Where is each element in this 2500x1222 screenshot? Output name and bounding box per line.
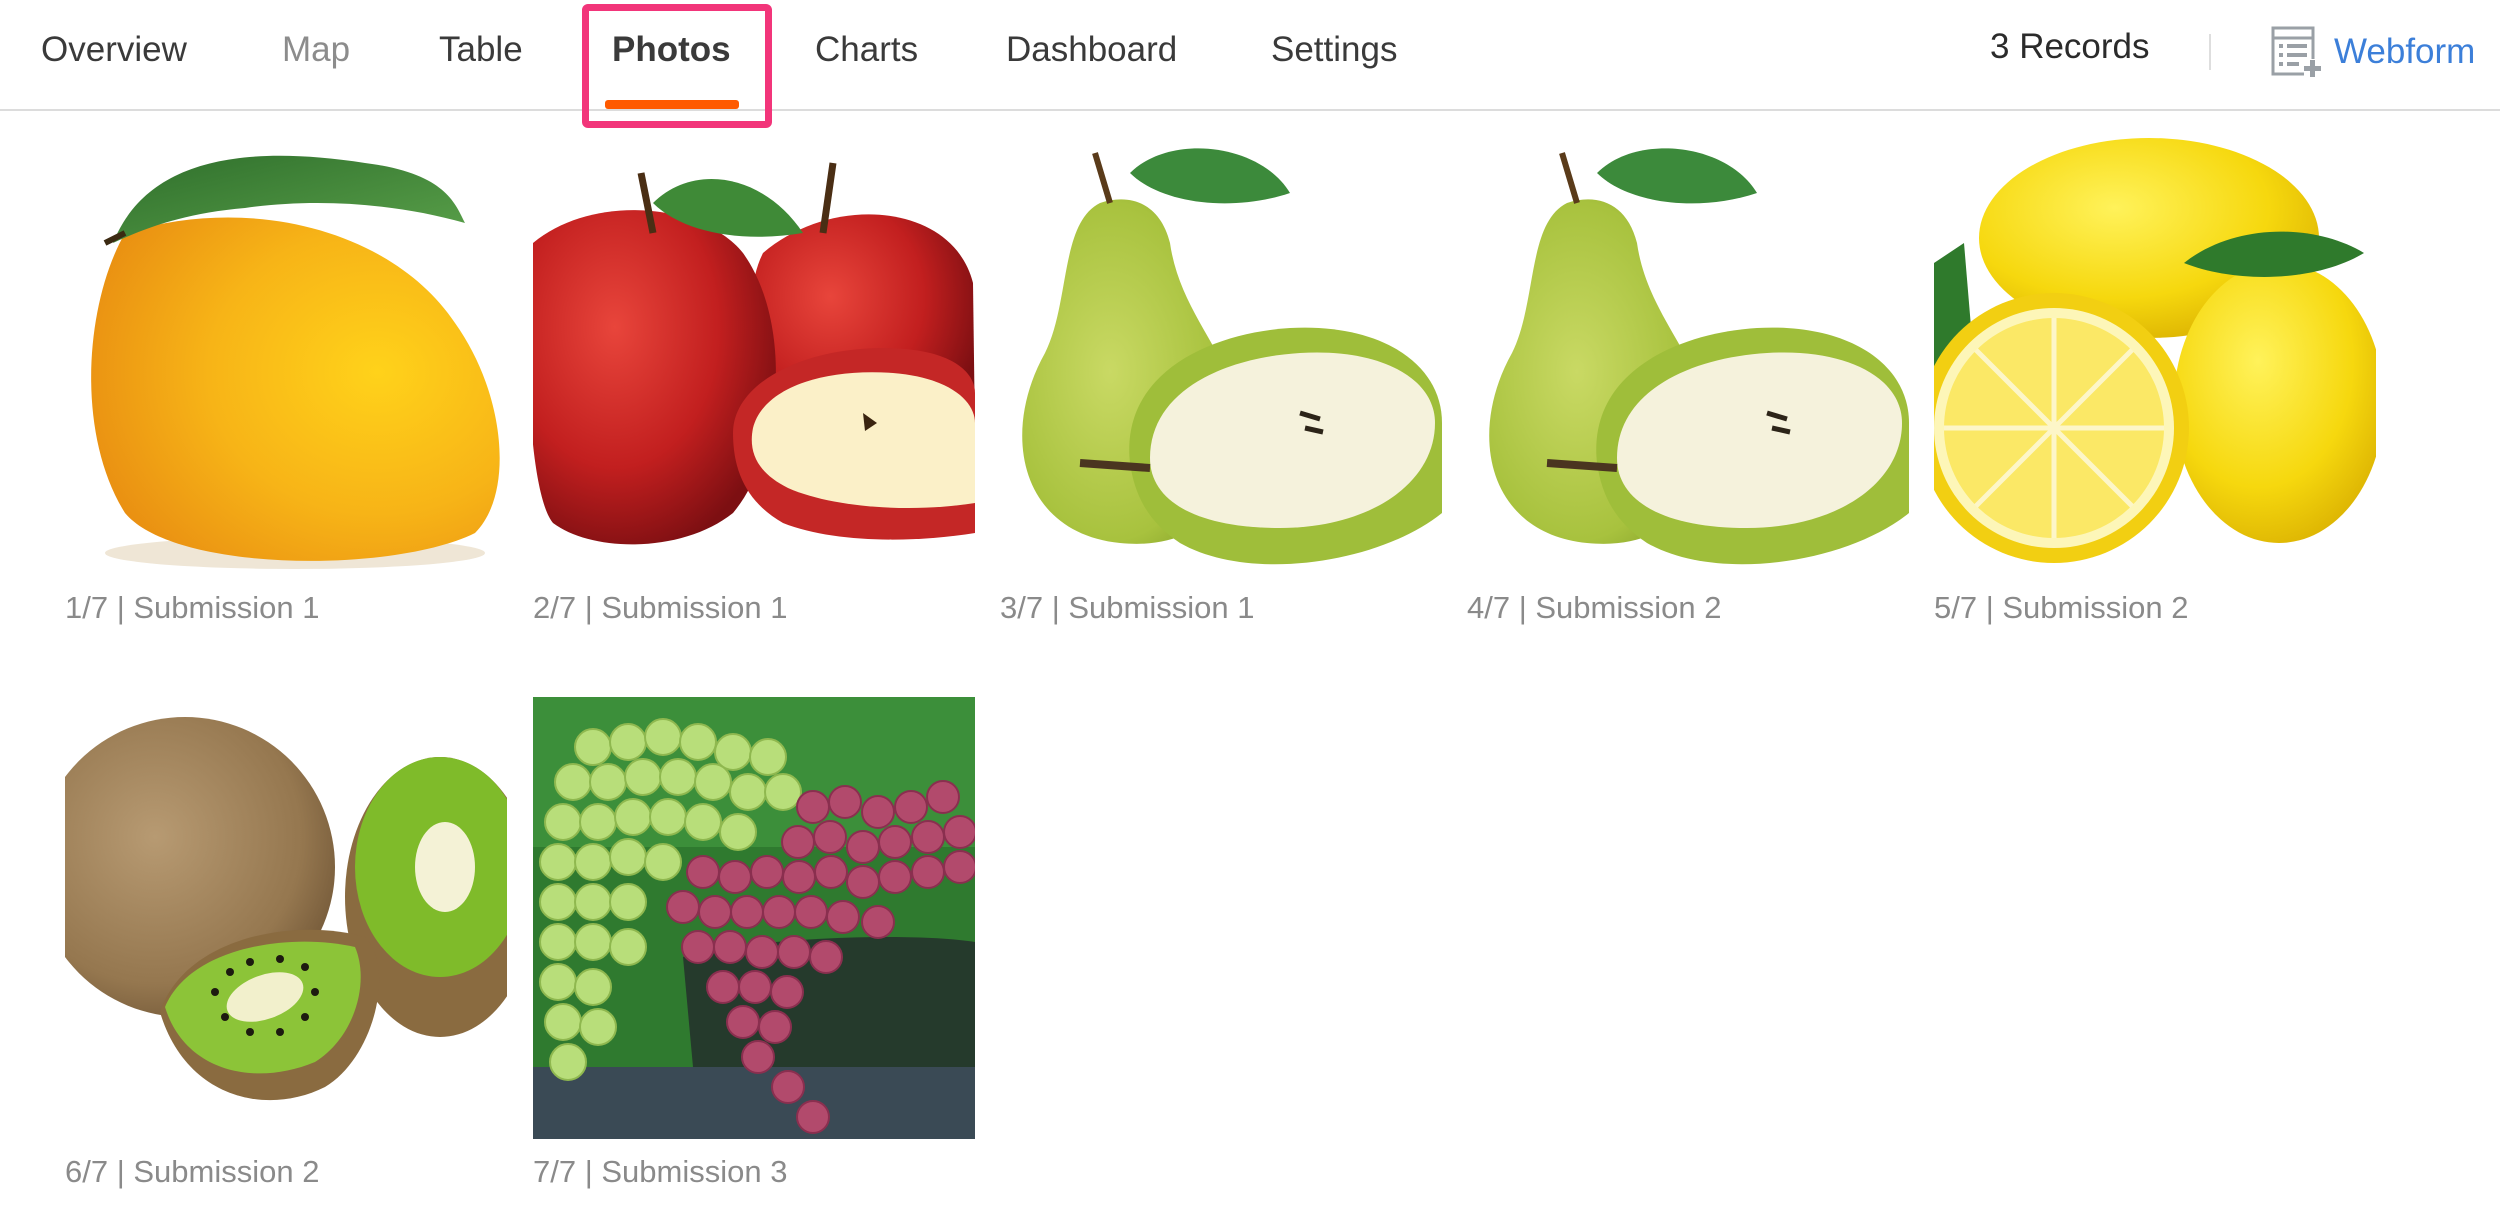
photo-thumbnail-pears[interactable] [1467,133,1909,575]
photo-tile[interactable]: 5/7 | Submission 2 [1934,133,2376,625]
lemon-image [1934,133,2376,575]
photo-caption: 4/7 | Submission 2 [1467,590,1722,625]
top-nav-bar: Overview Map Table Photos Charts Dashboa… [0,0,2500,111]
photo-thumbnail-mango[interactable] [65,133,507,575]
photo-tile[interactable]: 6/7 | Submission 2 [65,697,507,1189]
webform-icon [2271,26,2322,77]
webform-button[interactable]: Webform [2270,24,2475,80]
mango-image [65,133,507,575]
webform-label: Webform [2334,32,2476,71]
tab-table[interactable]: Table [439,30,523,70]
photo-tile[interactable]: 1/7 | Submission 1 [65,133,507,625]
photo-thumbnail-kiwi[interactable] [65,697,507,1139]
pear-image [1000,133,1442,575]
photo-tile[interactable]: 2/7 | Submission 1 [533,133,975,625]
kiwi-image [65,697,507,1139]
photo-caption: 5/7 | Submission 2 [1934,590,2189,625]
apple-image [533,133,975,575]
photo-caption: 7/7 | Submission 3 [533,1154,788,1189]
photo-tile[interactable]: 7/7 | Submission 3 [533,697,975,1189]
photo-thumbnail-grapes[interactable] [533,697,975,1139]
photo-thumbnail-pears[interactable] [1000,133,1442,575]
tab-settings[interactable]: Settings [1271,30,1397,70]
records-count: 3 Records [1990,27,2150,66]
tab-overview[interactable]: Overview [41,30,187,70]
photo-tile[interactable]: 4/7 | Submission 2 [1467,133,1909,625]
tab-map[interactable]: Map [282,30,350,70]
photo-caption: 2/7 | Submission 1 [533,590,788,625]
pear-image [1467,133,1909,575]
photo-caption: 3/7 | Submission 1 [1000,590,1255,625]
photo-caption: 6/7 | Submission 2 [65,1154,320,1189]
header-divider [2209,34,2211,70]
tab-photos[interactable]: Photos [612,30,731,70]
tab-dashboard[interactable]: Dashboard [1006,30,1177,70]
photo-tile[interactable]: 3/7 | Submission 1 [1000,133,1442,625]
photo-thumbnail-lemons[interactable] [1934,133,2376,575]
grapes-image [533,697,975,1139]
photo-caption: 1/7 | Submission 1 [65,590,320,625]
photo-thumbnail-apples[interactable] [533,133,975,575]
active-tab-indicator [605,100,739,109]
tab-charts[interactable]: Charts [815,30,918,70]
